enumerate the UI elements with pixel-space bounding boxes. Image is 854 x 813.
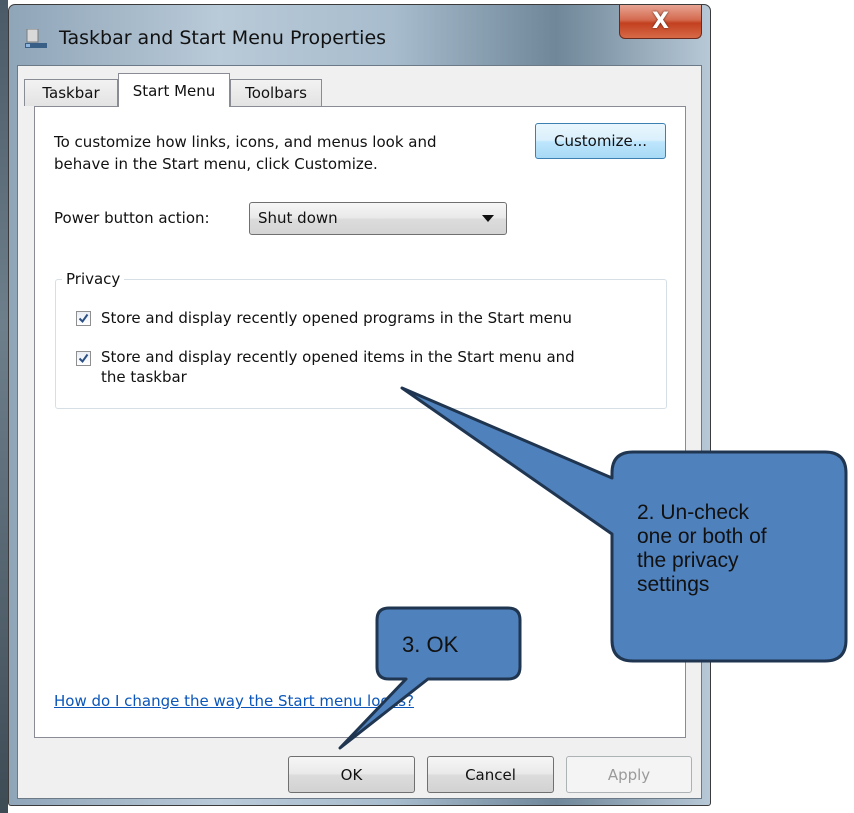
callout-line: settings — [637, 573, 710, 596]
callout-line: the privacy — [637, 549, 739, 572]
privacy-callout-text: 2. Un-check one or both of the privacy s… — [637, 501, 827, 597]
tab-start-menu[interactable]: Start Menu — [118, 73, 230, 107]
ok-callout-bubble — [338, 606, 522, 750]
annotation-layer — [338, 386, 848, 750]
callout-line: one or both of — [637, 525, 767, 548]
ok-callout-text: 3. OK — [402, 632, 459, 657]
callout-line: 2. Un-check — [637, 501, 750, 524]
